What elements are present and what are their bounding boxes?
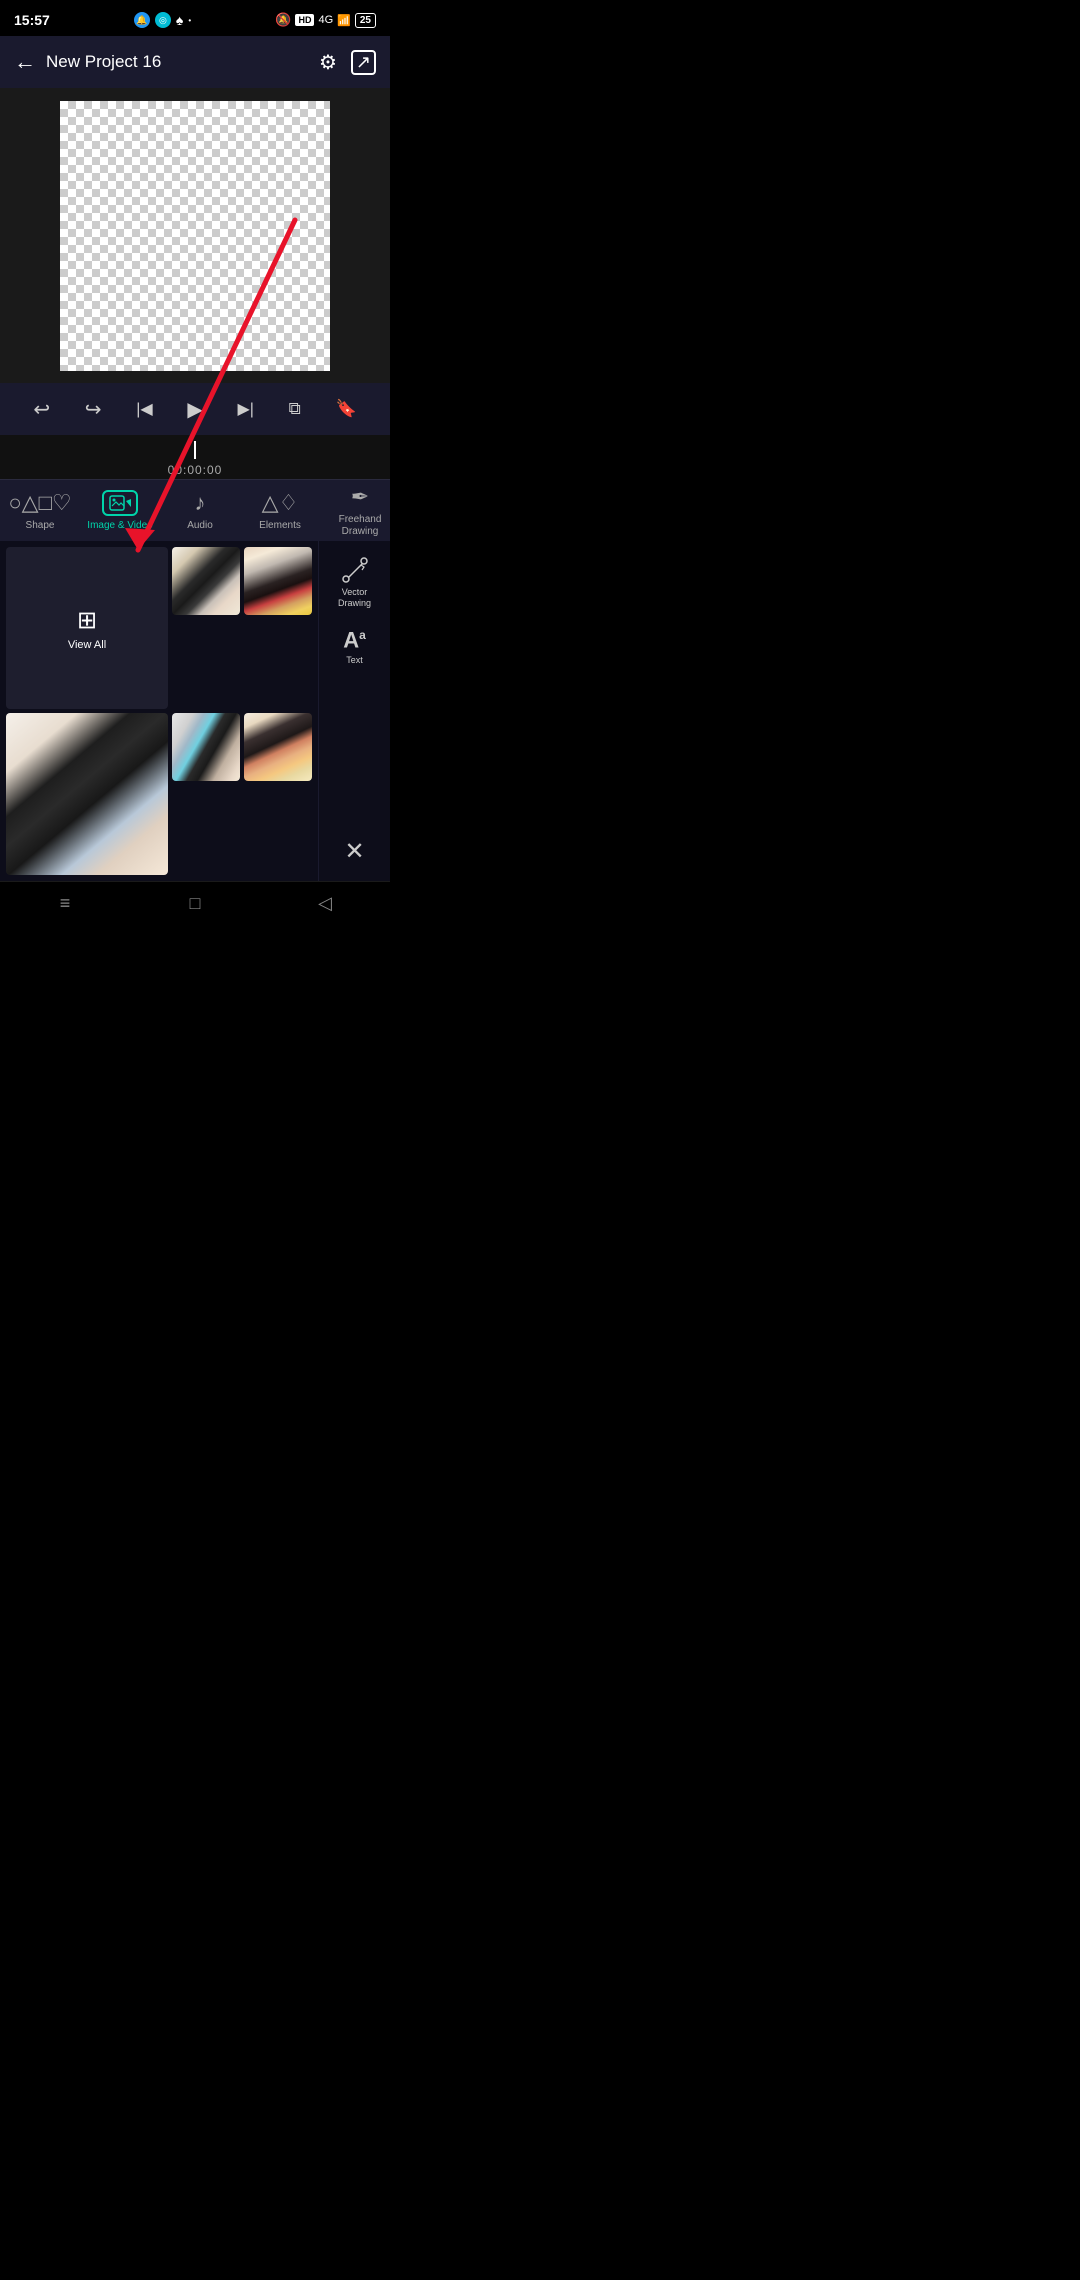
- tab-elements[interactable]: △♢ Elements: [240, 484, 320, 537]
- battery-badge: 25: [355, 13, 376, 28]
- nav-bar: ≡ □ ◁: [0, 881, 390, 925]
- text-icon: Aa: [343, 629, 366, 651]
- back-nav-button[interactable]: ◁: [303, 882, 347, 926]
- bars-icon: 📶: [337, 14, 351, 27]
- vector-drawing-icon: [342, 557, 368, 583]
- menu-button[interactable]: ≡: [43, 882, 87, 926]
- close-button[interactable]: ✕: [325, 829, 385, 873]
- copy-button[interactable]: ⧉: [289, 399, 301, 419]
- redo-button[interactable]: ↪: [85, 397, 102, 422]
- vector-drawing-label: Vector Drawing: [329, 587, 381, 609]
- media-thumbnail-5[interactable]: [244, 713, 312, 781]
- content-panel: ⊞ View All Vector Drawing Aa Text: [0, 541, 390, 881]
- status-center-icons: 🔔 ◎ ♠ •: [134, 12, 191, 28]
- shape-label: Shape: [26, 520, 55, 531]
- canvas-area: [0, 88, 390, 383]
- header: ← New Project 16 ⚙ ↗: [0, 36, 390, 88]
- timeline-controls: ↩ ↪ |◀ ▶ ▶| ⧉ 🔖: [0, 383, 390, 435]
- bookmark-button[interactable]: 🔖: [335, 399, 356, 419]
- tab-freehand[interactable]: ✒ Freehand Drawing: [320, 479, 390, 541]
- undo-button[interactable]: ↩: [33, 397, 50, 422]
- skip-start-button[interactable]: |◀: [136, 399, 152, 419]
- timeline-timecode: 00:00:00: [168, 463, 223, 477]
- view-all-button[interactable]: ⊞ View All: [6, 547, 168, 709]
- tab-image-video[interactable]: Image & Video: [80, 484, 160, 537]
- audio-label: Audio: [187, 520, 213, 531]
- tool-tabs: ○△□♡ Shape Image & Video ♪ Audio △♢ Elem…: [0, 479, 390, 541]
- bell-icon: 🔕: [275, 12, 291, 28]
- image-video-icon: [109, 494, 131, 512]
- back-button[interactable]: ←: [14, 49, 36, 75]
- export-button[interactable]: ↗: [351, 50, 376, 75]
- hd-badge: HD: [295, 14, 314, 26]
- freehand-label: Freehand Drawing: [328, 514, 390, 538]
- media-thumbnail-4[interactable]: [172, 713, 240, 781]
- vector-drawing-button[interactable]: Vector Drawing: [325, 549, 385, 617]
- project-title: New Project 16: [46, 52, 319, 72]
- settings-button[interactable]: ⚙: [319, 50, 337, 75]
- tab-shape[interactable]: ○△□♡ Shape: [0, 484, 80, 537]
- header-action-icons: ⚙ ↗: [319, 50, 376, 75]
- alipay-icon: ♠: [176, 12, 183, 28]
- timeline-bar[interactable]: 00:00:00: [0, 435, 390, 479]
- status-bar: 15:57 🔔 ◎ ♠ • 🔕 HD 4G 📶 25: [0, 0, 390, 36]
- freehand-icon: ✒: [351, 484, 369, 510]
- media-thumbnail-3[interactable]: [6, 713, 168, 875]
- view-all-label: View All: [68, 639, 106, 651]
- close-icon: ✕: [344, 837, 364, 866]
- text-label: Text: [346, 655, 363, 666]
- canvas-frame[interactable]: [60, 101, 330, 371]
- text-button[interactable]: Aa Text: [325, 621, 385, 674]
- skip-end-button[interactable]: ▶|: [237, 399, 253, 419]
- signal-icon: 4G: [318, 14, 333, 26]
- right-sidebar: Vector Drawing Aa Text ✕: [318, 541, 390, 881]
- timeline-cursor: [194, 441, 196, 459]
- image-video-icon-box: [102, 490, 138, 516]
- status-right-icons: 🔕 HD 4G 📶 25: [275, 12, 376, 28]
- status-time: 15:57: [14, 12, 50, 28]
- image-video-label: Image & Video: [87, 520, 152, 531]
- home-button[interactable]: □: [173, 882, 217, 926]
- dot-icon: •: [188, 16, 191, 25]
- notification-icon: 🔔: [134, 12, 150, 28]
- grid-icon: ⊞: [77, 606, 97, 635]
- audio-icon: ♪: [195, 490, 206, 516]
- elements-icon: △♢: [262, 490, 299, 516]
- elements-label: Elements: [259, 520, 301, 531]
- app-icon-1: ◎: [155, 12, 171, 28]
- shape-icon: ○△□♡: [8, 490, 71, 516]
- media-thumbnail-1[interactable]: [172, 547, 240, 615]
- media-grid: ⊞ View All: [0, 541, 318, 881]
- media-thumbnail-2[interactable]: [244, 547, 312, 615]
- play-button[interactable]: ▶: [187, 397, 202, 422]
- tab-audio[interactable]: ♪ Audio: [160, 484, 240, 537]
